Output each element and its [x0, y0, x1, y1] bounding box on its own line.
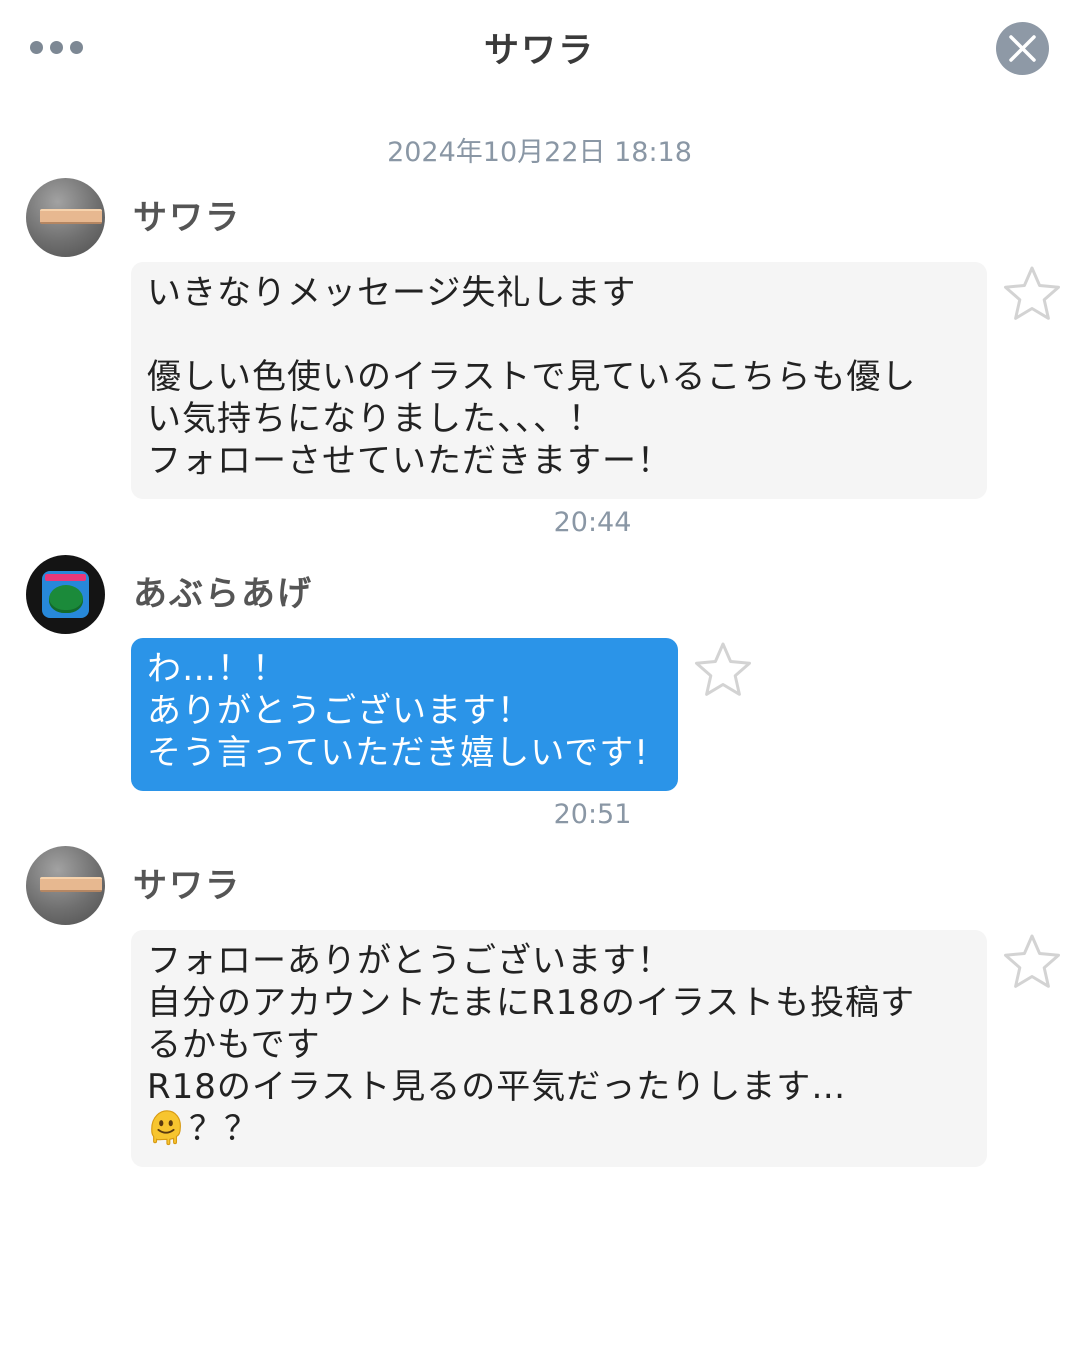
- message-line: [147, 314, 971, 356]
- avatar[interactable]: [26, 846, 105, 925]
- page-title: サワラ: [483, 31, 595, 71]
- message-line: わ…！！: [147, 649, 287, 689]
- message-line: 自分のアカウントたまにR18のイラストも投稿す: [147, 983, 916, 1023]
- conversation-date: 2024年10月22日 18:18: [387, 137, 692, 168]
- close-button[interactable]: [996, 22, 1049, 75]
- melting-face-emoji-icon: [151, 1110, 181, 1146]
- chat-header: サワラ: [0, 0, 1079, 96]
- sender-name: あぶらあげ: [133, 574, 313, 614]
- star-icon: [1004, 266, 1060, 320]
- close-icon: [1009, 35, 1036, 62]
- message-line: いきなりメッセージ失礼します: [147, 273, 637, 313]
- sender-name: サワラ: [133, 866, 241, 906]
- message-line: そう言っていただき嬉しいです!: [147, 733, 649, 773]
- sawara-avatar: [40, 877, 102, 892]
- message-bubble[interactable]: フォローありがとうございます！ 自分のアカウントたまにR18のイラストも投稿す …: [131, 930, 987, 1167]
- message-time: 20:44: [553, 507, 632, 538]
- star-icon: [1004, 934, 1060, 988]
- favorite-star-button[interactable]: [1002, 932, 1062, 992]
- message-bubble[interactable]: わ…！！ ありがとうございます！ そう言っていただき嬉しいです!: [131, 638, 678, 791]
- message-bubble[interactable]: いきなりメッセージ失礼します 優しい色使いのイラストで見ているこちらも優し い気…: [131, 262, 987, 499]
- message-line-emoji: ？？: [147, 1108, 971, 1150]
- star-icon: [695, 642, 751, 696]
- aburaage-avatar: [42, 571, 89, 618]
- sender-name: サワラ: [133, 198, 241, 238]
- avatar[interactable]: [26, 178, 105, 257]
- message-line: フォローさせていただきますー！: [147, 441, 672, 481]
- message-line-text: ？？: [189, 1109, 259, 1149]
- sawara-avatar: [40, 209, 102, 224]
- favorite-star-button[interactable]: [693, 640, 753, 700]
- message-line: 優しい色使いのイラストで見ているこちらも優し: [147, 357, 917, 397]
- avatar-character: [49, 585, 83, 613]
- message-line: い気持ちになりました、、、！: [147, 399, 603, 439]
- message-line: るかもです: [147, 1025, 321, 1065]
- avatar-tag: [45, 574, 86, 581]
- message-line: R18のイラスト見るの平気だったりします…: [147, 1067, 847, 1107]
- message-time: 20:51: [553, 799, 632, 830]
- message-line: フォローありがとうございます！: [147, 941, 672, 981]
- message-line: ありがとうございます！: [147, 691, 532, 731]
- avatar[interactable]: [26, 555, 105, 634]
- favorite-star-button[interactable]: [1002, 264, 1062, 324]
